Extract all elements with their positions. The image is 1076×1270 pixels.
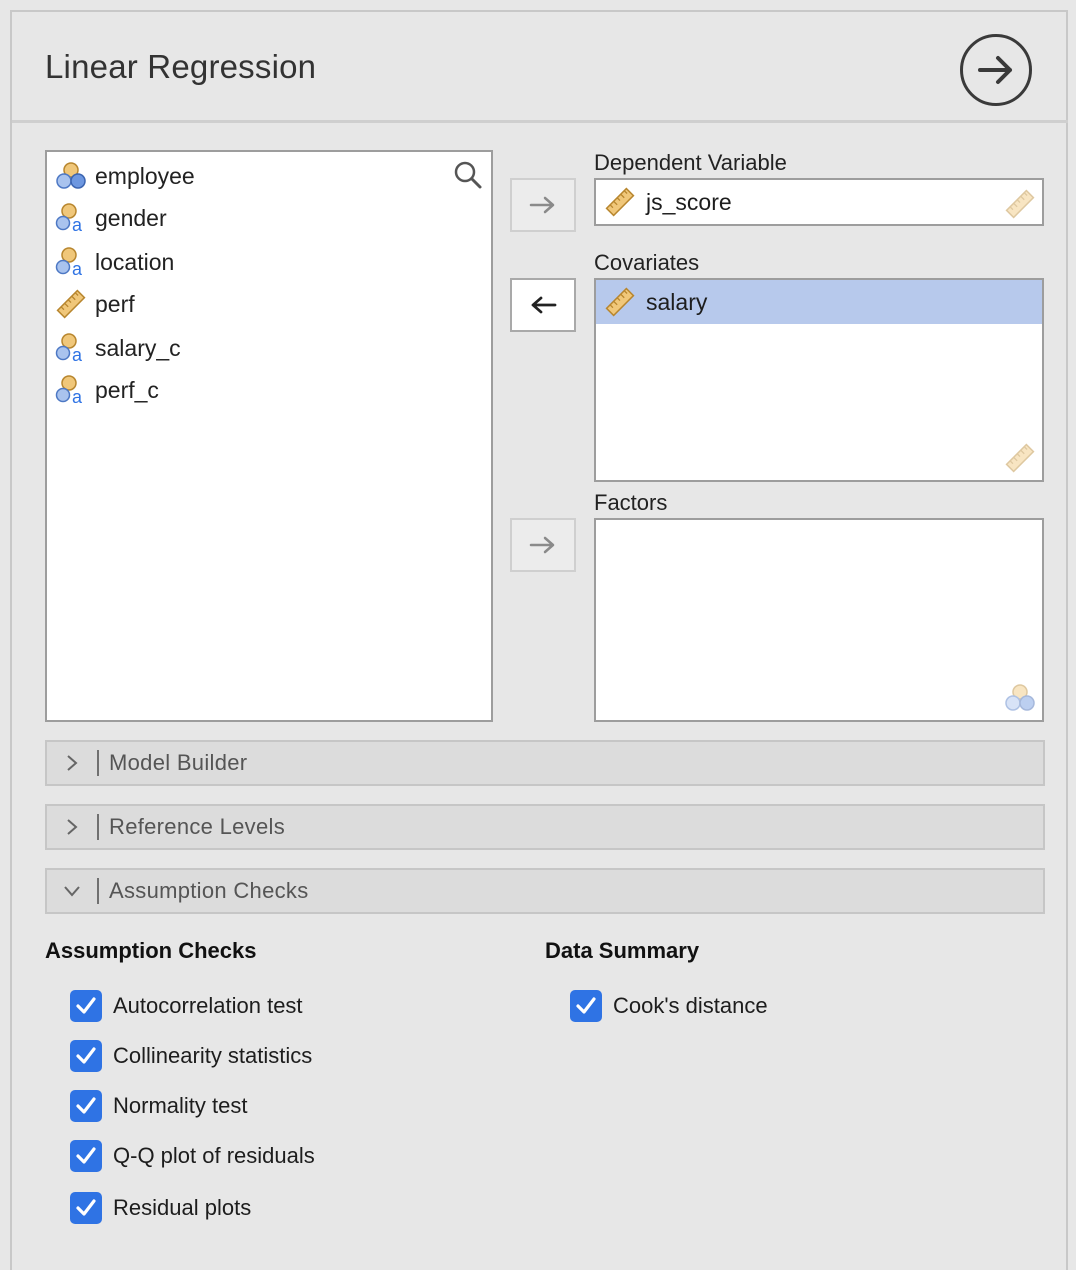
checkmark-icon[interactable] — [70, 1140, 102, 1172]
checkmark-icon[interactable] — [70, 1040, 102, 1072]
factors-label: Factors — [594, 490, 668, 515]
ruler-icon — [604, 186, 636, 218]
checkmark-icon[interactable] — [570, 990, 602, 1022]
dependent-variable-box[interactable]: js_score — [594, 178, 1044, 226]
nominal-text-variable-icon: a — [55, 202, 87, 234]
checkbox-label: Residual plots — [113, 1195, 252, 1220]
list-item-label: location — [95, 248, 175, 275]
checkbox-label: Q-Q plot of residuals — [113, 1143, 315, 1168]
list-item-gender[interactable]: a gender — [55, 198, 167, 238]
ruler-icon — [604, 286, 636, 318]
move-from-covariates-button[interactable] — [510, 278, 576, 332]
checkmark-icon[interactable] — [70, 1192, 102, 1224]
section-title: Reference Levels — [109, 814, 286, 839]
factors-box[interactable] — [594, 518, 1044, 722]
page-title: Linear Regression — [45, 48, 317, 85]
covariates-label: Covariates — [594, 250, 700, 275]
svg-text:a: a — [72, 215, 83, 234]
covariate-item-salary[interactable]: salary — [596, 280, 1042, 324]
move-to-dependent-button[interactable] — [510, 178, 576, 232]
search-icon[interactable] — [453, 160, 483, 190]
arrow-right-icon — [529, 536, 555, 554]
checkbox-label: Collinearity statistics — [113, 1043, 313, 1068]
chevron-right-icon — [47, 806, 97, 848]
dependent-variable-value: js_score — [646, 188, 732, 215]
arrow-right-icon — [529, 196, 555, 214]
list-item-perf[interactable]: perf — [55, 284, 135, 324]
checkbox-label: Autocorrelation test — [113, 993, 303, 1018]
collinearity-statistics-checkbox[interactable]: Collinearity statistics — [70, 1040, 312, 1072]
list-item-label: perf — [95, 290, 135, 317]
nominal-text-variable-icon: a — [55, 374, 87, 406]
dependent-variable-item[interactable]: js_score — [604, 186, 732, 218]
nominal-variable-icon — [1005, 684, 1035, 711]
autocorrelation-test-checkbox[interactable]: Autocorrelation test — [70, 990, 303, 1022]
normality-test-checkbox[interactable]: Normality test — [70, 1090, 247, 1122]
variable-list[interactable]: employee a gender a location perf a sala… — [45, 150, 493, 722]
section-title: Model Builder — [109, 750, 248, 775]
checkbox-label: Normality test — [113, 1093, 248, 1118]
analysis-panel: Linear Regression employee a gender a lo… — [10, 10, 1068, 1270]
list-item-label: perf_c — [95, 376, 159, 403]
title-divider — [12, 120, 1068, 123]
ruler-icon — [55, 288, 87, 320]
checkbox-label: Cook's distance — [613, 993, 768, 1018]
list-item-label: employee — [95, 162, 195, 189]
section-assumption-checks[interactable]: Assumption Checks — [45, 868, 1045, 914]
svg-text:a: a — [72, 387, 83, 406]
section-separator — [97, 750, 99, 776]
chevron-down-icon — [47, 870, 97, 912]
checkmark-icon[interactable] — [70, 1090, 102, 1122]
ruler-icon — [1005, 189, 1035, 219]
covariate-label: salary — [646, 288, 708, 315]
nominal-text-variable-icon: a — [55, 246, 87, 278]
cooks-distance-checkbox[interactable]: Cook's distance — [570, 990, 768, 1022]
covariates-box[interactable]: salary — [594, 278, 1044, 482]
ruler-icon — [1005, 443, 1035, 473]
nominal-variable-icon — [55, 160, 87, 192]
list-item-label: gender — [95, 204, 167, 231]
list-item-location[interactable]: a location — [55, 242, 174, 282]
list-item-perf-c[interactable]: a perf_c — [55, 370, 159, 410]
list-item-employee[interactable]: employee — [55, 156, 195, 196]
run-button[interactable] — [960, 34, 1032, 106]
section-model-builder[interactable]: Model Builder — [45, 740, 1045, 786]
section-separator — [97, 878, 99, 904]
dependent-variable-label: Dependent Variable — [594, 150, 787, 175]
arrow-right-circle-icon — [978, 56, 1012, 84]
list-item-label: salary_c — [95, 334, 181, 361]
assumption-checks-heading: Assumption Checks — [45, 938, 257, 963]
qq-plot-checkbox[interactable]: Q-Q plot of residuals — [70, 1140, 315, 1172]
section-reference-levels[interactable]: Reference Levels — [45, 804, 1045, 850]
residual-plots-checkbox[interactable]: Residual plots — [70, 1192, 251, 1224]
nominal-text-variable-icon: a — [55, 332, 87, 364]
move-to-factors-button[interactable] — [510, 518, 576, 572]
svg-text:a: a — [72, 259, 83, 278]
checkmark-icon[interactable] — [70, 990, 102, 1022]
data-summary-heading: Data Summary — [545, 938, 700, 963]
svg-text:a: a — [72, 345, 83, 364]
chevron-right-icon — [47, 742, 97, 784]
section-title: Assumption Checks — [109, 878, 309, 903]
arrow-left-icon — [531, 296, 557, 314]
list-item-salary-c[interactable]: a salary_c — [55, 328, 181, 368]
section-separator — [97, 814, 99, 840]
